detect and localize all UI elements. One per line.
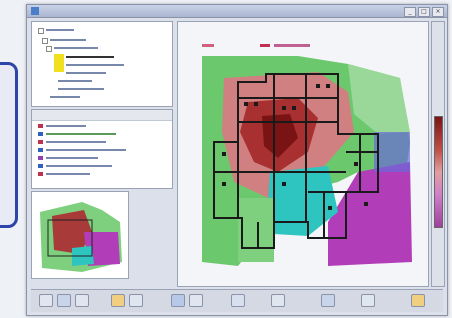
overview-thumbnail[interactable] [31, 191, 129, 279]
layer-color-icon [38, 124, 43, 128]
folder-icon [54, 54, 64, 72]
layer-color-icon [38, 148, 43, 152]
tree-item[interactable] [46, 29, 74, 31]
floor-plan-heatmap [178, 22, 428, 286]
tree-item[interactable] [66, 72, 106, 74]
layer-color-icon [38, 156, 43, 160]
list-toolbar [32, 110, 172, 121]
list-item[interactable] [46, 141, 106, 143]
tree-item[interactable] [50, 39, 86, 41]
app-icon [31, 7, 39, 15]
plus-box-icon[interactable] [38, 28, 44, 34]
toolbar-button[interactable] [321, 294, 335, 307]
list-item[interactable] [46, 173, 90, 175]
plus-box-icon[interactable] [46, 46, 52, 52]
app-window: _ □ × [26, 4, 448, 316]
toolbar-button[interactable] [271, 294, 285, 307]
overview-heatmap [32, 192, 128, 278]
list-item[interactable] [46, 165, 112, 167]
bottom-toolbar [31, 289, 443, 312]
plus-box-icon[interactable] [42, 38, 48, 44]
toolbar-button[interactable] [361, 294, 375, 307]
select-icon[interactable] [129, 294, 143, 307]
maximize-button[interactable]: □ [418, 7, 430, 17]
pan-icon[interactable] [111, 294, 125, 307]
toolbar-button[interactable] [411, 294, 425, 307]
minimize-button[interactable]: _ [404, 7, 416, 17]
side-panel-handle[interactable] [0, 62, 18, 228]
legend-panel [431, 21, 445, 287]
list-item[interactable] [46, 157, 98, 159]
tree-item[interactable] [58, 88, 104, 90]
colorbar-legend [434, 116, 443, 228]
project-tree-panel[interactable] [31, 21, 173, 107]
print-icon[interactable] [171, 294, 185, 307]
layer-color-icon [38, 164, 43, 168]
tree-item[interactable] [54, 47, 98, 49]
save-icon[interactable] [39, 294, 53, 307]
tree-item[interactable] [58, 80, 92, 82]
toolbar-button[interactable] [231, 294, 245, 307]
close-button[interactable]: × [432, 7, 444, 17]
list-item[interactable] [46, 125, 86, 127]
title-bar[interactable]: _ □ × [27, 5, 447, 18]
list-item[interactable] [46, 133, 116, 135]
layer-color-icon [38, 172, 43, 176]
tree-item[interactable] [66, 64, 124, 66]
toolbar-button[interactable] [189, 294, 203, 307]
tree-item[interactable] [50, 96, 80, 98]
layer-color-icon [38, 140, 43, 144]
layer-list-panel[interactable] [31, 109, 173, 189]
heatmap-canvas[interactable] [177, 21, 429, 287]
open-icon[interactable] [57, 294, 71, 307]
zoom-icon[interactable] [75, 294, 89, 307]
list-item[interactable] [46, 149, 126, 151]
layer-color-icon [38, 132, 43, 136]
tree-item-selected[interactable] [66, 56, 114, 58]
